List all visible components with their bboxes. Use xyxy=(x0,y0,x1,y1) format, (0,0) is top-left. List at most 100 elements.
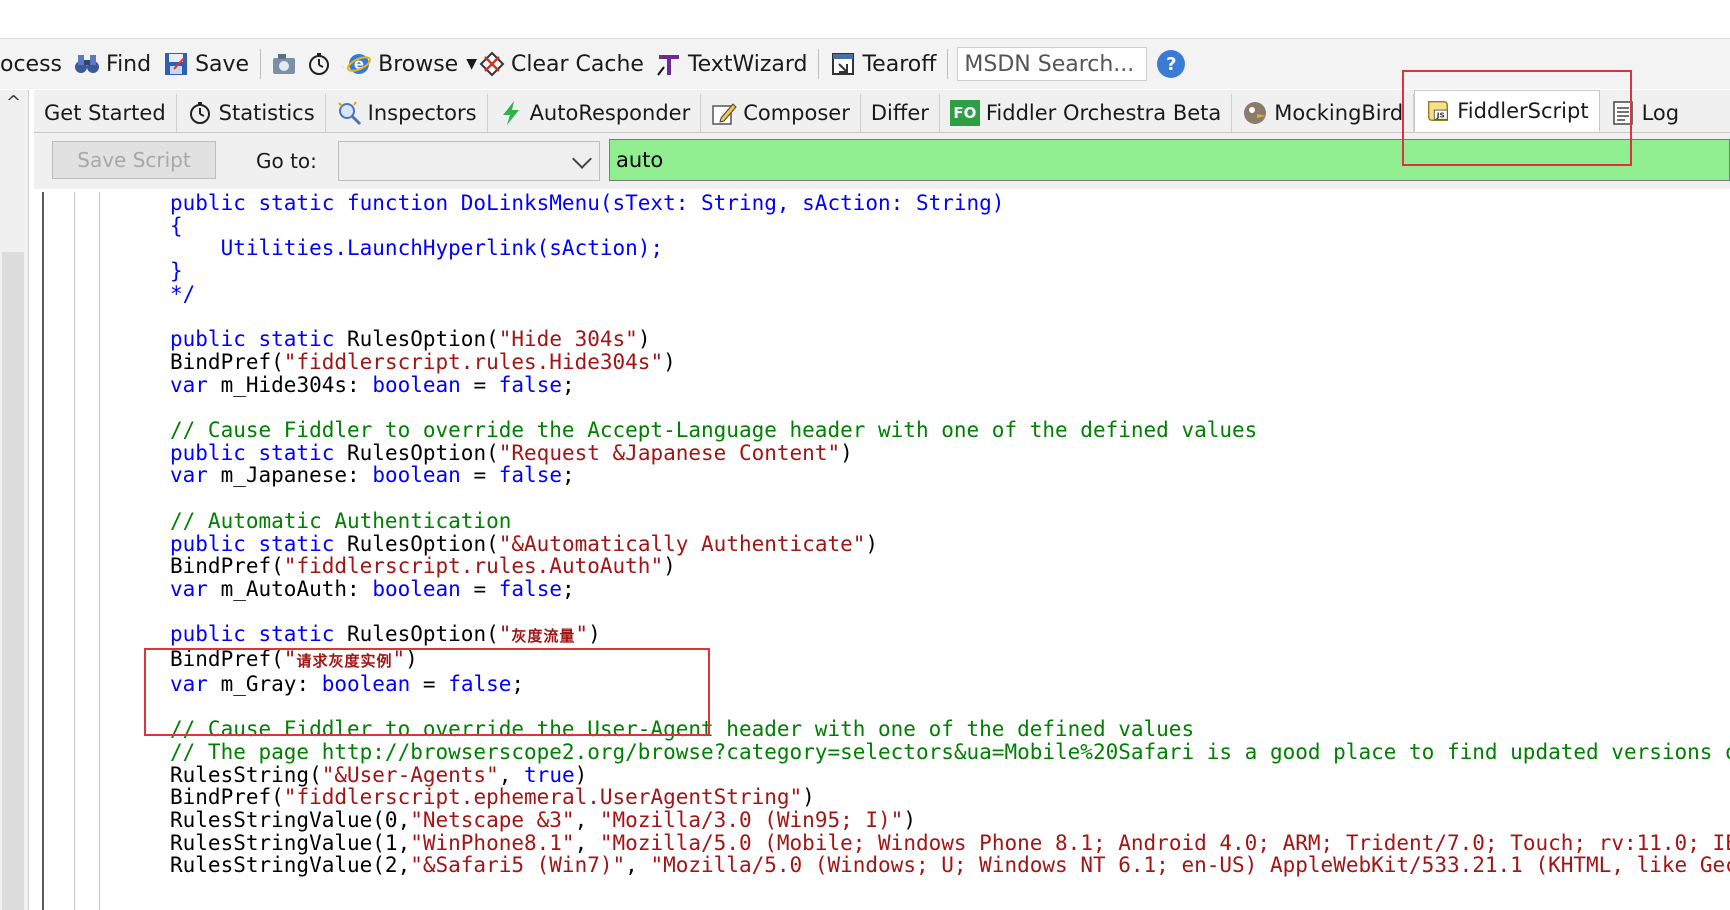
code-string: "fiddlerscript.rules.AutoAuth" xyxy=(283,554,664,579)
code-text: ; xyxy=(561,463,575,488)
code-string: "Hide 304s" xyxy=(498,327,638,352)
code-keyword: var xyxy=(170,576,208,601)
msdn-search-input[interactable]: MSDN Search... xyxy=(957,47,1148,81)
code-comment: // The page http://browserscope2.org/bro… xyxy=(170,739,1730,764)
tab-label: Composer xyxy=(743,101,850,125)
quickfind-value: auto xyxy=(616,148,664,172)
browse-dropdown-toggle[interactable]: ▼ xyxy=(464,44,479,84)
title-strip xyxy=(0,0,1730,38)
code-string: "Mozilla/5.0 (Mobile; Windows Phone 8.1;… xyxy=(599,830,1730,855)
tab-autoresponder[interactable]: AutoResponder xyxy=(488,94,702,132)
code-text: ) xyxy=(405,647,418,672)
lightning-icon xyxy=(498,100,524,126)
code-text: ; xyxy=(561,576,575,601)
code-keyword: boolean xyxy=(372,463,461,488)
toolbar-separator xyxy=(818,49,820,79)
save-script-button[interactable]: Save Script xyxy=(52,141,216,179)
screenshot-button[interactable] xyxy=(266,44,304,84)
save-script-label: Save Script xyxy=(77,148,191,172)
script-editor[interactable]: public static function DoLinksMenu(sText… xyxy=(42,192,1730,910)
tab-differ[interactable]: Differ xyxy=(861,94,940,132)
tab-label: MockingBird xyxy=(1274,101,1404,125)
code-keyword: var xyxy=(170,671,208,696)
textwizard-t-icon xyxy=(656,51,682,77)
toolbar-separator xyxy=(260,49,262,79)
tab-fiddlerscript[interactable]: JS FiddlerScript xyxy=(1414,90,1600,132)
code-text: ) xyxy=(637,327,651,352)
code-text: ) xyxy=(574,762,588,787)
tab-label: Statistics xyxy=(218,101,315,125)
code-text: = xyxy=(460,576,499,601)
code-text: ) xyxy=(802,785,815,810)
main-toolbar: ocess Find Save e Browse ▼ Clear Cache T… xyxy=(0,38,1730,89)
code-keyword: public static xyxy=(170,622,335,647)
tab-strip: Get Started Statistics Inspectors AutoRe… xyxy=(34,90,1730,133)
tab-label: Get Started xyxy=(44,101,166,125)
tab-composer[interactable]: Composer xyxy=(701,94,861,132)
textwizard-label: TextWizard xyxy=(687,51,808,77)
process-filter-button[interactable]: ocess xyxy=(0,44,68,84)
code-string: " xyxy=(498,622,512,647)
code-keyword: boolean xyxy=(372,372,461,397)
code-text: m_Gray: xyxy=(207,671,322,696)
save-button[interactable]: Save xyxy=(157,44,255,84)
code-text: ) xyxy=(840,440,853,465)
browse-button[interactable]: e Browse xyxy=(340,44,464,84)
code-keyword: public static xyxy=(170,440,335,465)
tearoff-button[interactable]: Tearoff xyxy=(824,44,942,84)
code-keyword: false xyxy=(448,671,512,696)
stopwatch-icon xyxy=(187,100,213,126)
code-text: ) xyxy=(663,349,676,374)
quickfind-input[interactable]: auto xyxy=(609,139,1730,181)
code-string: "Netscape &3" xyxy=(410,807,575,832)
code-line: } xyxy=(170,259,183,284)
process-label: ocess xyxy=(0,51,63,77)
tab-get-started[interactable]: Get Started xyxy=(34,94,177,132)
tab-label: AutoResponder xyxy=(529,101,691,125)
binoculars-icon xyxy=(74,51,100,77)
code-text: RulesOption( xyxy=(334,327,499,352)
dropdown-arrow-icon: ▼ xyxy=(466,56,477,72)
code-keyword: boolean xyxy=(321,671,411,696)
code-keyword: false xyxy=(498,463,562,488)
code-keyword: var xyxy=(170,463,208,488)
sessions-pane-edge: ^ xyxy=(0,90,29,910)
code-text: BindPref( xyxy=(170,554,284,579)
browse-label: Browse xyxy=(378,51,459,77)
tab-mockingbird[interactable]: MockingBird xyxy=(1232,94,1415,132)
clear-cache-button[interactable]: Clear Cache xyxy=(479,44,650,84)
textwizard-button[interactable]: TextWizard xyxy=(650,44,814,84)
tab-inspectors[interactable]: Inspectors xyxy=(326,94,488,132)
tab-fiddler-orchestra-beta[interactable]: FO Fiddler Orchestra Beta xyxy=(940,94,1233,132)
help-icon[interactable]: ? xyxy=(1157,50,1186,78)
code-string: "&User-Agents" xyxy=(321,762,499,787)
code-text: = xyxy=(410,671,449,696)
chevron-up-icon[interactable]: ^ xyxy=(6,92,21,113)
code-text: ) xyxy=(663,554,676,579)
fold-gutter-line xyxy=(99,192,100,910)
code-text: RulesOption( xyxy=(334,622,499,647)
code-string-chinese: 请求灰度实例 xyxy=(296,652,393,671)
svg-text:JS: JS xyxy=(1436,111,1445,120)
browser-e-icon: e xyxy=(346,51,372,77)
camera-icon xyxy=(272,51,298,77)
scrollbar[interactable] xyxy=(2,252,24,910)
code-string: "fiddlerscript.rules.Hide304s" xyxy=(283,349,664,374)
chevron-down-icon xyxy=(572,149,592,169)
code-line: */ xyxy=(170,281,196,306)
code-string: "WinPhone8.1" xyxy=(410,830,575,855)
code-keyword: false xyxy=(498,576,562,601)
code-text: m_Hide304s: xyxy=(207,372,373,397)
magnifier-icon xyxy=(336,100,362,126)
find-button[interactable]: Find xyxy=(68,44,157,84)
code-keyword: boolean xyxy=(372,576,461,601)
tab-statistics[interactable]: Statistics xyxy=(177,94,326,132)
code-text: RulesStringValue(0, xyxy=(170,807,411,832)
code-line: { xyxy=(170,213,183,238)
stopwatch-icon xyxy=(306,51,332,77)
tab-log[interactable]: Log xyxy=(1600,94,1690,132)
goto-select[interactable] xyxy=(338,141,600,181)
timer-button[interactable] xyxy=(304,44,340,84)
code-string: " xyxy=(575,622,589,647)
code-string: "Request &Japanese Content" xyxy=(498,440,841,465)
